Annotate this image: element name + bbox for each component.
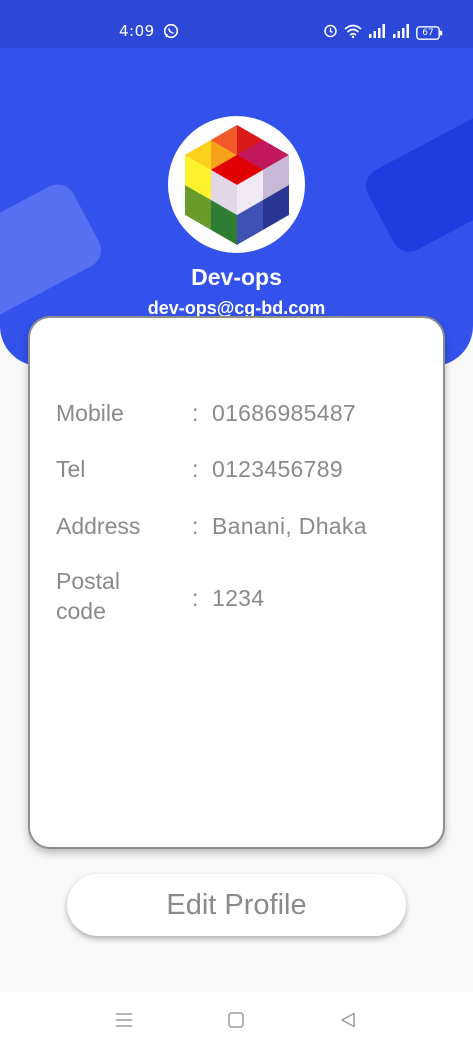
user-name: Dev-ops (191, 264, 282, 290)
decorative-shape (359, 108, 473, 258)
wifi-icon (344, 23, 362, 42)
info-value: 01686985487 (212, 400, 357, 426)
profile-info-card: Mobile : 01686985487 Tel : 0123456789 Ad… (28, 316, 445, 849)
hexagon-cube-logo-icon (184, 124, 289, 245)
info-separator: : (192, 585, 199, 611)
signal-icon (368, 23, 386, 42)
status-bar: 4:09 67 (0, 0, 473, 48)
info-value: 0123456789 (212, 456, 343, 482)
battery-icon: 67 (416, 25, 443, 40)
info-label: Address (56, 513, 141, 539)
edit-profile-button[interactable]: Edit Profile (67, 874, 406, 936)
info-label: Tel (56, 456, 86, 482)
battery-level: 67 (422, 27, 434, 38)
alarm-icon (323, 23, 338, 42)
home-square-icon[interactable] (227, 1011, 245, 1034)
system-nav-bar (0, 992, 473, 1050)
back-triangle-icon[interactable] (339, 1011, 357, 1034)
info-label: Postal code (56, 568, 120, 624)
whatsapp-icon (163, 23, 179, 43)
info-separator: : (192, 456, 199, 482)
info-separator: : (192, 513, 199, 539)
info-label: Mobile (56, 400, 124, 426)
info-value: 1234 (212, 585, 265, 611)
info-value: Banani, Dhaka (212, 513, 367, 539)
info-separator: : (192, 400, 199, 426)
status-time: 4:09 (119, 22, 155, 40)
signal-icon (392, 23, 410, 42)
avatar[interactable] (168, 116, 305, 253)
menu-icon[interactable] (114, 1011, 134, 1034)
